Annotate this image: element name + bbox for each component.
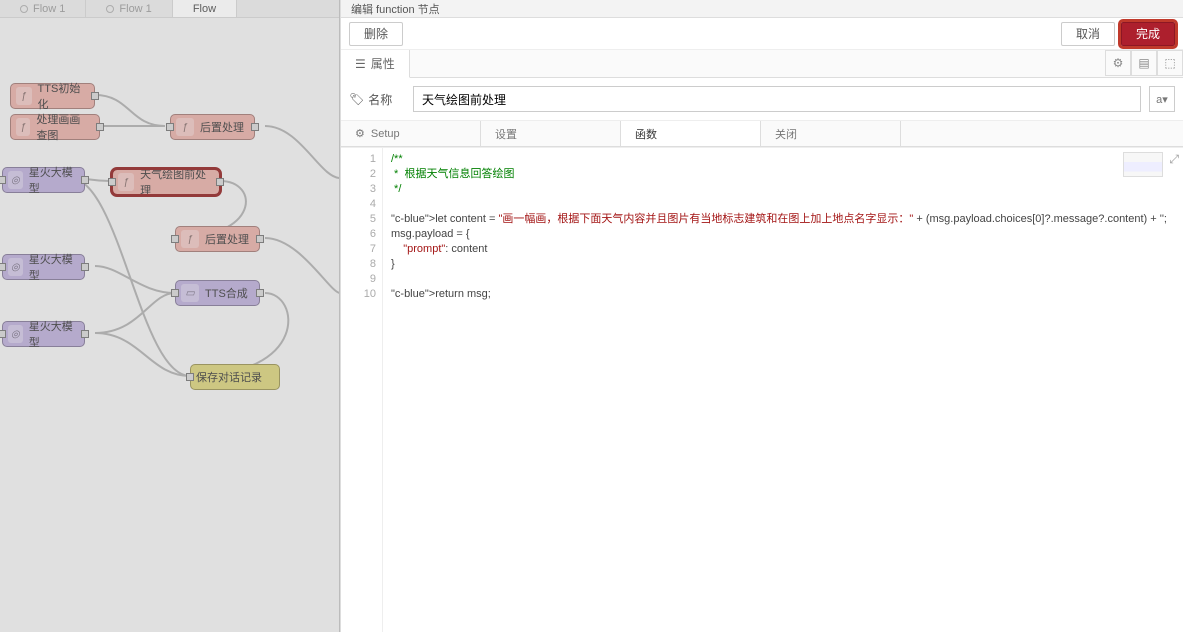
subtab-settings[interactable]: 设置 xyxy=(481,121,621,146)
node-model3[interactable]: ◎ 星火大模型 xyxy=(2,321,85,347)
node-post2[interactable]: ƒ 后置处理 xyxy=(175,226,260,252)
connection-wires xyxy=(0,18,339,632)
node-label: 后置处理 xyxy=(200,119,244,135)
function-icon: ƒ xyxy=(16,87,32,105)
node-label: 保存对话记录 xyxy=(196,369,262,385)
chart-icon: ⬚ xyxy=(1164,56,1175,70)
tag-icon: 🏷 xyxy=(349,92,364,106)
function-subtabs: ⚙ Setup 设置 函数 关闭 xyxy=(341,121,1183,147)
node-label: 天气绘图前处理 xyxy=(140,166,209,198)
node-post1[interactable]: ƒ 后置处理 xyxy=(170,114,255,140)
node-tts-init[interactable]: ƒ TTS初始化 xyxy=(10,83,95,109)
node-label: TTS合成 xyxy=(205,285,248,301)
lang-btn-text: a▾ xyxy=(1156,93,1168,106)
flow-tab-label: Flow 1 xyxy=(119,3,151,15)
flow-canvas-area: Flow 1 Flow 1 Flow ƒTTS初始化 ƒ处理画画查图 ƒ后置处理… xyxy=(0,0,340,632)
node-model1[interactable]: ◎ 星火大模型 xyxy=(2,167,85,193)
description-icon-button[interactable]: ▤ xyxy=(1131,50,1157,76)
tab-label: 属性 xyxy=(371,55,395,72)
cancel-button[interactable]: 取消 xyxy=(1061,22,1115,46)
subtab-label: 函数 xyxy=(635,126,657,142)
flow-tab[interactable]: Flow 1 xyxy=(0,0,86,17)
subtab-function[interactable]: 函数 xyxy=(621,121,761,146)
done-button[interactable]: 完成 xyxy=(1121,22,1175,46)
flow-tab-label: Flow xyxy=(193,3,216,15)
tab-dot-icon xyxy=(106,5,114,13)
expand-icon[interactable]: ⤢ xyxy=(1169,152,1179,167)
language-button[interactable]: a▾ xyxy=(1149,86,1175,112)
panel-title: 编辑 function 节点 xyxy=(341,0,1183,18)
subtab-close[interactable]: 关闭 xyxy=(761,121,901,146)
node-label: 星火大模型 xyxy=(29,164,74,196)
book-icon: ▤ xyxy=(1138,56,1149,70)
function-icon: ƒ xyxy=(181,230,199,248)
node-label: 后置处理 xyxy=(205,231,249,247)
delete-button[interactable]: 删除 xyxy=(349,22,403,46)
node-weather-pre[interactable]: ƒ 天气绘图前处理 xyxy=(112,169,220,195)
line-gutter: 12345678910 xyxy=(341,148,383,632)
tab-properties[interactable]: ☰ 属性 xyxy=(341,50,410,78)
subtab-label: 设置 xyxy=(495,126,517,142)
list-icon: ☰ xyxy=(355,57,366,71)
node-label: 星火大模型 xyxy=(29,251,74,283)
panel-tabs: ☰ 属性 ⚙ ▤ ⬚ xyxy=(341,50,1183,78)
node-save[interactable]: 保存对话记录 xyxy=(190,364,280,390)
appearance-icon-button[interactable]: ⬚ xyxy=(1157,50,1183,76)
node-tts-syn[interactable]: ▭ TTS合成 xyxy=(175,280,260,306)
config-icon-button[interactable]: ⚙ xyxy=(1105,50,1131,76)
flow-tabs: Flow 1 Flow 1 Flow xyxy=(0,0,339,18)
gear-icon: ⚙ xyxy=(355,127,365,140)
code-minimap[interactable] xyxy=(1123,152,1163,177)
gear-icon: ⚙ xyxy=(1113,56,1124,70)
flow-tab[interactable]: Flow xyxy=(173,0,237,17)
subtab-setup[interactable]: ⚙ Setup xyxy=(341,121,481,146)
name-label: 🏷 名称 xyxy=(349,91,405,108)
edit-panel: 编辑 function 节点 删除 取消 完成 ☰ 属性 ⚙ ▤ ⬚ 🏷 名称 … xyxy=(340,0,1183,632)
model-icon: ◎ xyxy=(8,171,23,189)
model-icon: ◎ xyxy=(8,258,23,276)
flow-canvas[interactable]: ƒTTS初始化 ƒ处理画画查图 ƒ后置处理 ◎星火大模型 ƒ天气绘图前处理 ƒ后… xyxy=(0,18,339,632)
function-icon: ƒ xyxy=(176,118,194,136)
code-content[interactable]: /** * 根据天气信息回答绘图 */ "c-blue">let content… xyxy=(383,148,1183,632)
node-model2[interactable]: ◎ 星火大模型 xyxy=(2,254,85,280)
subtab-label: Setup xyxy=(371,128,400,140)
flow-tab[interactable]: Flow 1 xyxy=(86,0,172,17)
node-process-img[interactable]: ƒ 处理画画查图 xyxy=(10,114,100,140)
function-icon: ƒ xyxy=(16,118,30,136)
audio-icon: ▭ xyxy=(181,284,199,302)
tab-dot-icon xyxy=(20,5,28,13)
subtab-label: 关闭 xyxy=(775,126,797,142)
flow-tab-label: Flow 1 xyxy=(33,3,65,15)
node-label: 处理画画查图 xyxy=(36,111,89,143)
node-label: TTS初始化 xyxy=(38,80,84,112)
node-label: 星火大模型 xyxy=(29,318,74,350)
model-icon: ◎ xyxy=(8,325,23,343)
panel-actions: 删除 取消 完成 xyxy=(341,18,1183,50)
name-label-text: 名称 xyxy=(368,91,392,108)
name-input[interactable] xyxy=(413,86,1141,112)
function-icon: ƒ xyxy=(118,173,134,191)
name-row: 🏷 名称 a▾ xyxy=(341,78,1183,121)
code-editor[interactable]: 12345678910 /** * 根据天气信息回答绘图 */ "c-blue"… xyxy=(341,147,1183,632)
